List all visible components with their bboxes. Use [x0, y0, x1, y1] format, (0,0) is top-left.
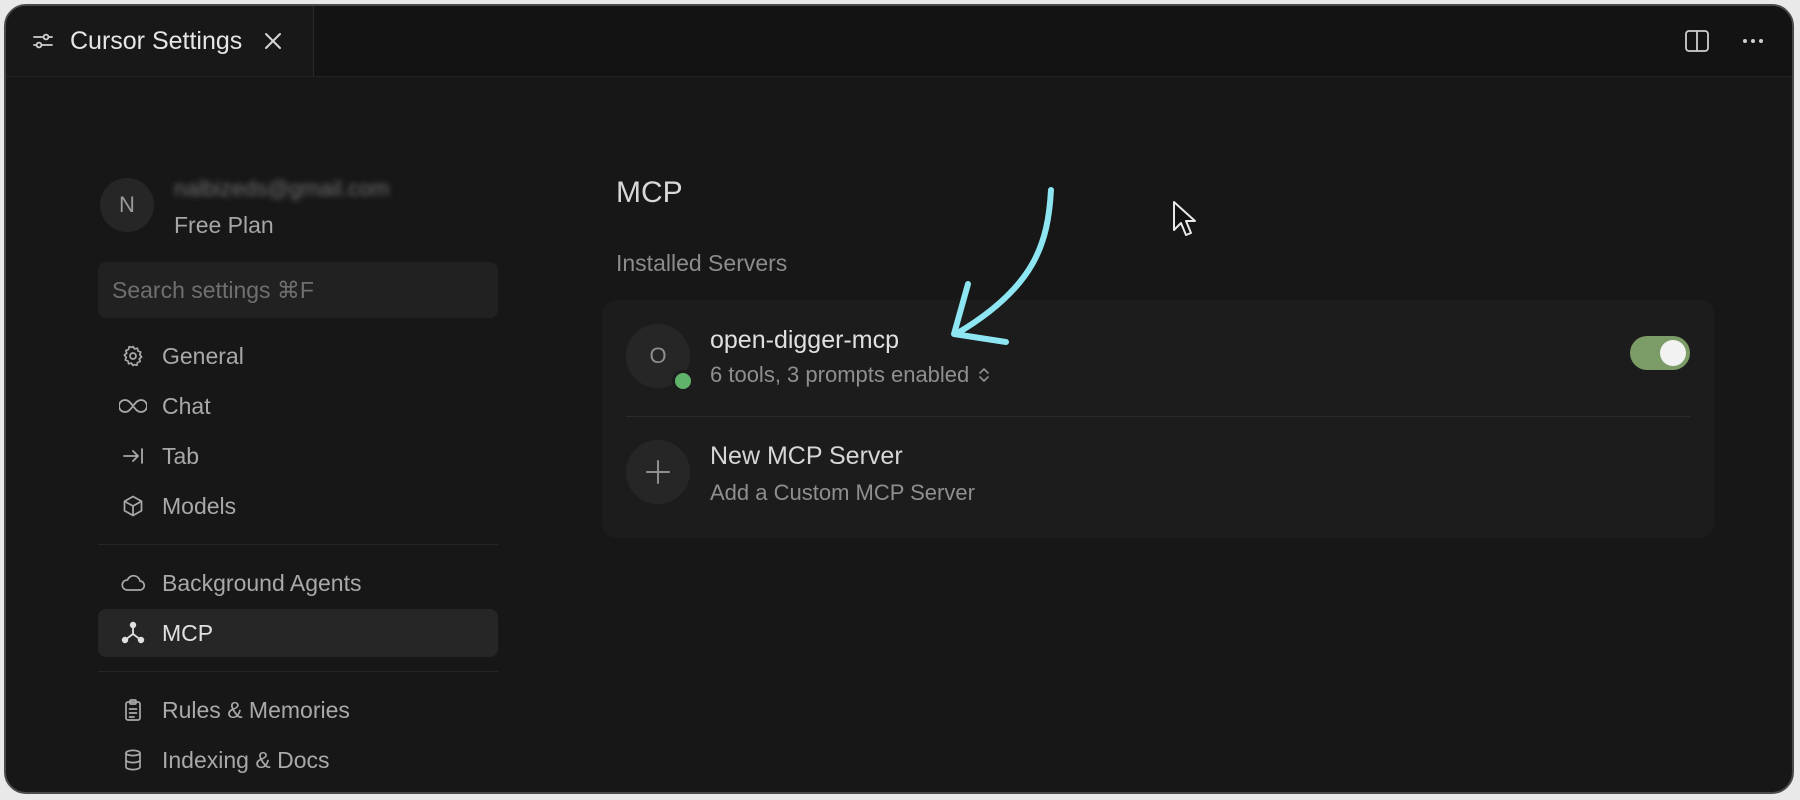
title-bar: Cursor Settings [6, 6, 1792, 77]
row-divider [626, 416, 1690, 417]
server-summary[interactable]: 6 tools, 3 prompts enabled [710, 362, 991, 388]
installed-servers-card: O open-digger-mcp 6 tools, 3 prompts ena… [602, 300, 1714, 538]
sidebar-item-label: MCP [162, 619, 214, 646]
nav-divider [98, 544, 498, 545]
sliders-icon [30, 28, 56, 54]
settings-window: Cursor Settings N nalbizeds@gmail.com Fr… [4, 4, 1794, 794]
new-server-row[interactable]: New MCP Server Add a Custom MCP Server [626, 426, 1690, 522]
sidebar-item-indexing-docs[interactable]: Indexing & Docs [98, 736, 498, 784]
more-actions-icon[interactable] [1738, 26, 1768, 56]
sidebar-item-models[interactable]: Models [98, 482, 498, 530]
new-server-subtitle: Add a Custom MCP Server [710, 480, 975, 505]
tab-arrow-icon [118, 441, 148, 471]
account-plan: Free Plan [174, 212, 274, 238]
infinity-icon [118, 391, 148, 421]
sidebar-item-general[interactable]: General [98, 332, 498, 380]
avatar: N [100, 178, 154, 232]
status-dot [672, 370, 694, 392]
mouse-cursor-icon [1173, 201, 1196, 236]
sidebar-item-label: Rules & Memories [162, 696, 350, 723]
split-editor-icon[interactable] [1682, 26, 1712, 56]
cube-icon [118, 491, 148, 521]
mcp-nodes-icon [118, 618, 148, 648]
cloud-icon [118, 568, 148, 598]
settings-nav: General Chat Tab Models Background Agent… [98, 332, 502, 784]
annotation-arrow-icon [951, 187, 1054, 345]
search-input[interactable] [98, 262, 498, 318]
toggle-knob [1660, 340, 1686, 366]
server-summary-text: 6 tools, 3 prompts enabled [710, 362, 970, 387]
server-name: open-digger-mcp [710, 326, 899, 354]
gear-icon [118, 341, 148, 371]
account-info: N nalbizeds@gmail.com Free Plan [98, 176, 502, 244]
chevron-up-down-icon[interactable] [977, 366, 991, 384]
sidebar-item-chat[interactable]: Chat [98, 382, 498, 430]
close-icon[interactable] [258, 26, 288, 56]
nav-divider [98, 671, 498, 672]
sidebar-item-label: Background Agents [162, 569, 362, 596]
sidebar-item-label: Indexing & Docs [162, 746, 330, 773]
sidebar-item-label: Tab [162, 442, 200, 469]
sidebar-item-label: Models [162, 492, 237, 519]
settings-main: MCP Installed Servers O open-digger-mcp … [602, 176, 1716, 538]
new-server-title: New MCP Server [710, 442, 903, 470]
tab-title: Cursor Settings [70, 26, 243, 55]
server-row[interactable]: O open-digger-mcp 6 tools, 3 prompts ena… [626, 312, 1690, 408]
sidebar-item-mcp[interactable]: MCP [98, 609, 498, 657]
tab-cursor-settings[interactable]: Cursor Settings [6, 6, 314, 76]
sidebar-item-background-agents[interactable]: Background Agents [98, 559, 498, 607]
page-title: MCP [616, 176, 683, 209]
plus-icon[interactable] [626, 440, 690, 504]
settings-sidebar: N nalbizeds@gmail.com Free Plan General … [98, 176, 502, 786]
sidebar-item-rules-memories[interactable]: Rules & Memories [98, 686, 498, 734]
server-enable-toggle[interactable] [1630, 336, 1690, 370]
section-label: Installed Servers [616, 250, 788, 276]
clipboard-icon [118, 695, 148, 725]
sidebar-item-tab[interactable]: Tab [98, 432, 498, 480]
sidebar-item-label: Chat [162, 392, 211, 419]
account-email: nalbizeds@gmail.com [174, 176, 390, 201]
database-icon [118, 745, 148, 775]
sidebar-item-label: General [162, 342, 244, 369]
